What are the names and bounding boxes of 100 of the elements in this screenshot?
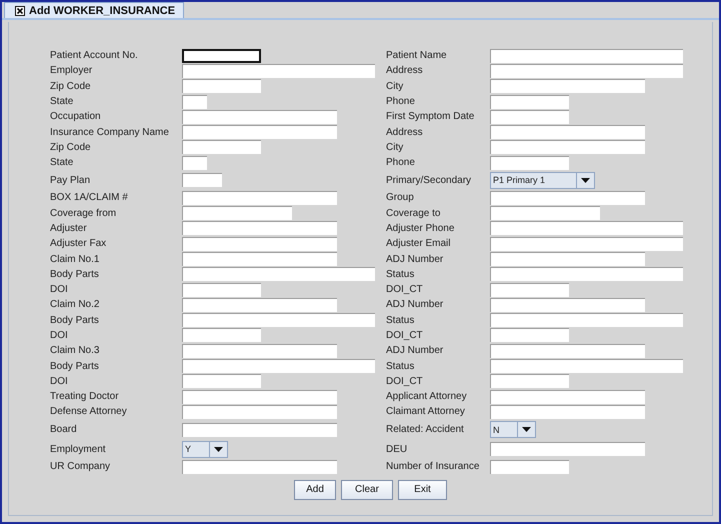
field-label: Applicant Attorney bbox=[386, 391, 468, 402]
field-label: Board bbox=[50, 424, 78, 436]
input-field[interactable] bbox=[490, 328, 569, 342]
field-label: State bbox=[50, 157, 74, 168]
input-field[interactable] bbox=[490, 156, 569, 170]
dropdown[interactable]: Y bbox=[182, 440, 228, 458]
input-field[interactable] bbox=[490, 206, 600, 220]
input-field[interactable] bbox=[182, 359, 375, 374]
field-label: ADJ Number bbox=[386, 299, 444, 310]
field-label: Zip Code bbox=[50, 80, 92, 92]
input-field[interactable] bbox=[182, 64, 375, 78]
input-field[interactable] bbox=[182, 48, 261, 63]
field-label: Pay Plan bbox=[50, 174, 92, 186]
input-field[interactable] bbox=[182, 404, 337, 419]
field-label: Status bbox=[386, 360, 416, 372]
field-label: City bbox=[386, 80, 404, 92]
input-field[interactable] bbox=[490, 94, 569, 109]
input-field[interactable] bbox=[182, 252, 337, 266]
input-field[interactable] bbox=[182, 374, 261, 388]
input-field[interactable] bbox=[182, 156, 207, 170]
input-field[interactable] bbox=[182, 173, 222, 188]
input-field[interactable] bbox=[490, 390, 645, 404]
input-field[interactable] bbox=[182, 140, 261, 154]
field-label: Defense Attorney bbox=[50, 406, 128, 418]
input-field[interactable] bbox=[490, 359, 683, 374]
caret-icon bbox=[581, 178, 590, 183]
field-label: Coverage from bbox=[50, 208, 118, 219]
input-field[interactable] bbox=[182, 94, 207, 109]
input-field[interactable] bbox=[490, 404, 645, 419]
input-field[interactable] bbox=[182, 236, 337, 251]
field-label: Adjuster Phone bbox=[386, 222, 456, 234]
close-icon[interactable] bbox=[15, 6, 25, 16]
field-label: Claim No.3 bbox=[50, 345, 100, 356]
field-label: Claim No.2 bbox=[50, 299, 100, 310]
field-label: Adjuster Email bbox=[386, 238, 452, 250]
input-field[interactable] bbox=[490, 442, 645, 456]
input-field[interactable] bbox=[182, 390, 337, 404]
input-field[interactable] bbox=[490, 313, 683, 328]
input-field[interactable] bbox=[490, 190, 645, 205]
input-field[interactable] bbox=[490, 460, 569, 474]
window-tab[interactable]: Add WORKER_INSURANCE bbox=[4, 2, 184, 18]
input-field[interactable] bbox=[490, 267, 683, 282]
field-label: Phone bbox=[386, 157, 416, 168]
field-label: Insurance Company Name bbox=[50, 126, 170, 138]
field-label: DOI bbox=[50, 284, 69, 296]
input-field[interactable] bbox=[182, 206, 292, 220]
input-field[interactable] bbox=[182, 328, 261, 342]
field-label: City bbox=[386, 142, 404, 153]
field-label: Body Parts bbox=[50, 268, 100, 280]
input-field[interactable] bbox=[490, 48, 683, 63]
field-label: Employer bbox=[50, 65, 94, 76]
field-label: Group bbox=[386, 192, 415, 204]
input-field[interactable] bbox=[490, 374, 569, 388]
input-field[interactable] bbox=[490, 79, 645, 94]
field-label: DEU bbox=[386, 444, 408, 455]
input-field[interactable] bbox=[490, 221, 683, 236]
input-field[interactable] bbox=[182, 110, 337, 124]
input-field[interactable] bbox=[182, 344, 337, 358]
input-field[interactable] bbox=[490, 110, 569, 124]
action-button[interactable]: Clear bbox=[341, 480, 393, 500]
field-label: Status bbox=[386, 314, 416, 326]
field-label: UR Company bbox=[50, 461, 112, 472]
input-field[interactable] bbox=[490, 236, 683, 251]
input-field[interactable] bbox=[182, 313, 375, 328]
field-label: DOI_CT bbox=[386, 376, 424, 387]
input-field[interactable] bbox=[182, 79, 261, 94]
input-field[interactable] bbox=[490, 282, 569, 297]
input-field[interactable] bbox=[182, 221, 337, 236]
field-label: Zip Code bbox=[50, 142, 92, 153]
input-field[interactable] bbox=[182, 190, 337, 205]
field-label: Employment bbox=[50, 444, 107, 455]
input-field[interactable] bbox=[490, 298, 645, 312]
input-field[interactable] bbox=[490, 344, 645, 358]
input-field[interactable] bbox=[490, 252, 645, 266]
dropdown[interactable]: P1 Primary 1 bbox=[490, 172, 595, 189]
field-label: Address bbox=[386, 126, 424, 138]
action-button[interactable]: Add bbox=[294, 480, 336, 500]
action-button[interactable]: Exit bbox=[398, 480, 447, 500]
field-label: Occupation bbox=[50, 111, 102, 122]
field-label: DOI_CT bbox=[386, 330, 424, 341]
field-label: Patient Account No. bbox=[50, 50, 139, 62]
input-field[interactable] bbox=[490, 140, 645, 154]
caret-icon bbox=[214, 446, 223, 452]
input-field[interactable] bbox=[182, 125, 337, 140]
field-label: Primary/Secondary bbox=[386, 174, 472, 186]
input-field[interactable] bbox=[182, 422, 337, 437]
input-field[interactable] bbox=[490, 125, 645, 140]
field-label: State bbox=[50, 96, 74, 108]
field-label: Claim No.1 bbox=[50, 254, 100, 264]
field-label: Claimant Attorney bbox=[386, 406, 466, 418]
dropdown[interactable]: N bbox=[490, 421, 536, 438]
field-label: Body Parts bbox=[50, 314, 100, 326]
input-field[interactable] bbox=[490, 64, 683, 78]
input-field[interactable] bbox=[182, 282, 261, 297]
input-field[interactable] bbox=[182, 460, 337, 474]
input-field[interactable] bbox=[182, 267, 375, 282]
field-label: Adjuster bbox=[50, 222, 88, 234]
field-label: Patient Name bbox=[386, 50, 448, 62]
field-label: Status bbox=[386, 268, 416, 280]
input-field[interactable] bbox=[182, 298, 337, 312]
